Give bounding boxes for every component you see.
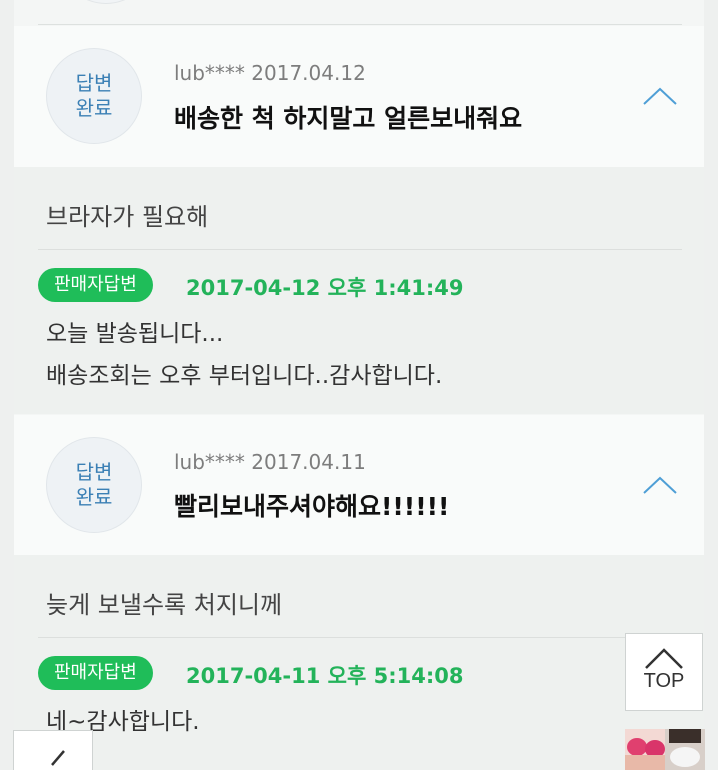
chevron-up-icon[interactable] (642, 475, 678, 495)
question-title: 배송한 척 하지말고 얼른보내줘요 (174, 104, 523, 133)
badge-line-2: 완료 (75, 96, 113, 120)
badge-line-1: 답변 (75, 460, 113, 484)
product-thumbnail[interactable] (665, 729, 705, 770)
scroll-to-top-button[interactable]: TOP (625, 633, 703, 711)
back-arrow-icon (51, 750, 65, 766)
answer-complete-badge: 답변 완료 (46, 437, 142, 533)
question-header[interactable]: 답변 완료 lub**** 2017.04.11 빨리보내주셔야해요!!!!!! (14, 415, 704, 555)
back-button[interactable] (13, 730, 93, 770)
divider (38, 24, 682, 25)
question-header[interactable]: 답변 완료 lub**** 2017.04.12 배송한 척 하지말고 얼른보내… (14, 26, 704, 167)
top-button-label: TOP (643, 670, 685, 692)
divider (38, 637, 626, 638)
reply-date: 2017-04-11 오후 5:14:08 (186, 664, 464, 688)
reply-text: 오늘 발송됩니다... 배송조회는 오후 부터입니다..감사합니다. (46, 321, 443, 389)
question-body: 늦게 보낼수록 처지니께 (46, 591, 283, 619)
left-margin (0, 0, 14, 770)
question-title: 빨리보내주셔야해요!!!!!! (174, 492, 450, 521)
right-margin (704, 0, 718, 770)
seller-answer-tag: 판매자답변 (38, 656, 153, 690)
product-thumbnail[interactable] (625, 729, 665, 770)
badge-line-1: 답변 (75, 71, 113, 95)
answer-complete-badge: 답변 완료 (46, 48, 142, 144)
question-meta: lub**** 2017.04.12 (174, 61, 366, 85)
question-body: 브라자가 필요해 (46, 203, 209, 231)
chevron-up-icon (645, 648, 683, 669)
seller-answer-tag: 판매자답변 (38, 268, 153, 302)
divider (38, 249, 682, 250)
reply-date: 2017-04-12 오후 1:41:49 (186, 276, 464, 300)
badge-line-2: 완료 (75, 485, 113, 509)
chevron-up-icon[interactable] (642, 86, 678, 106)
question-meta: lub**** 2017.04.11 (174, 450, 366, 474)
